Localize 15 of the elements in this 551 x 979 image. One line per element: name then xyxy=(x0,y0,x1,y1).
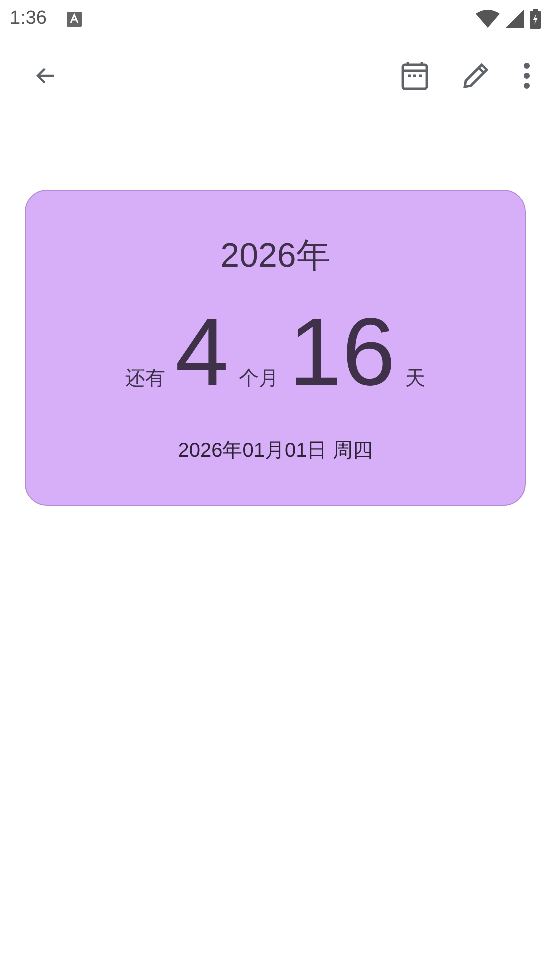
countdown-number: 4 xyxy=(175,305,229,401)
pencil-icon xyxy=(461,61,491,91)
countdown-unit: 天 xyxy=(406,367,426,392)
battery-icon xyxy=(530,9,541,29)
countdown-number: 16 xyxy=(288,305,396,401)
countdown-unit: 还有 xyxy=(125,367,166,392)
target-date: 2026年01月01日 周四 xyxy=(178,439,373,464)
countdown-unit: 个月 xyxy=(238,367,279,392)
wifi-icon xyxy=(476,10,500,28)
signal-icon xyxy=(506,10,524,28)
status-time: 1:36 xyxy=(10,8,47,30)
calendar-icon xyxy=(401,61,429,91)
year-title: 2026年 xyxy=(220,236,330,277)
more-icon xyxy=(523,63,531,89)
keyboard-icon xyxy=(66,12,82,26)
